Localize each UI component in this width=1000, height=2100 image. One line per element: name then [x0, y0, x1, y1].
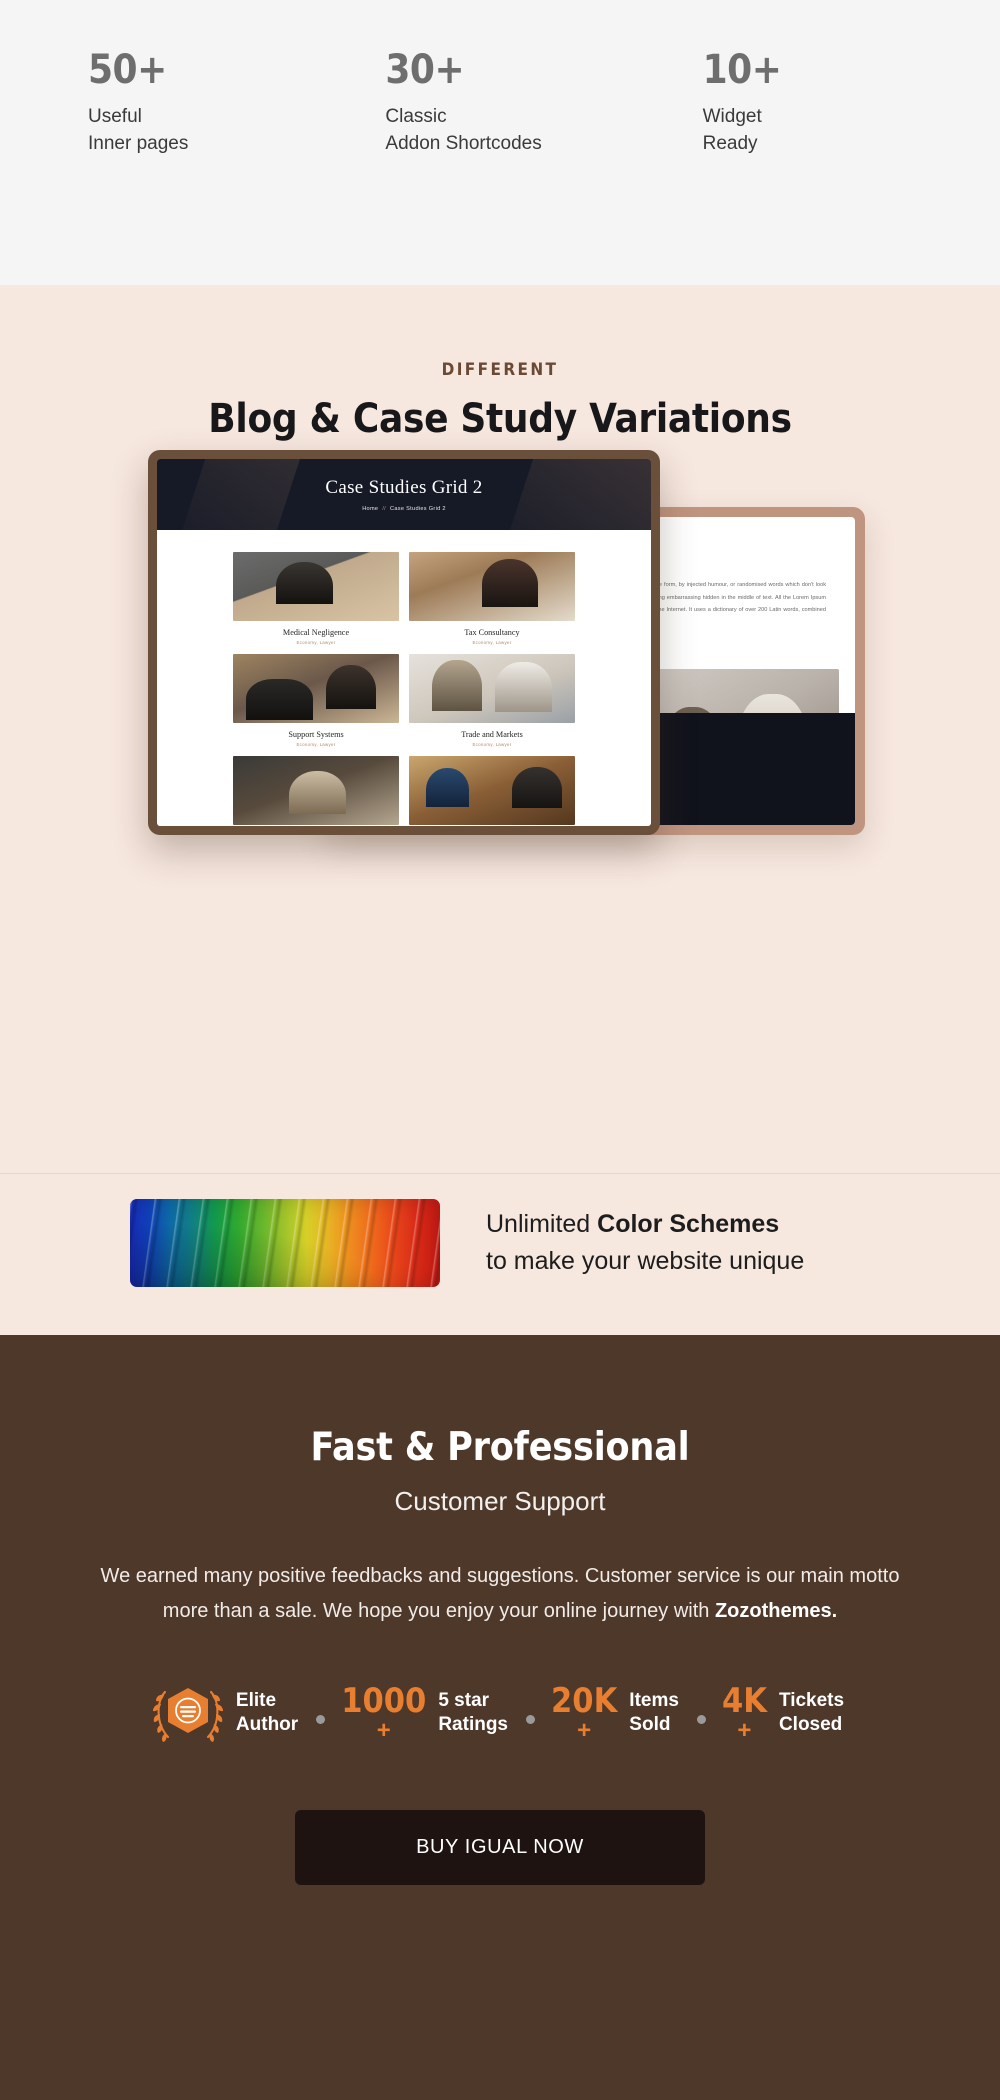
laurel-wreath-badge-icon	[152, 1680, 224, 1746]
color-schemes-row: Unlimited Color Schemes to make your web…	[0, 1174, 1000, 1287]
stat-label: Widget Ready	[703, 104, 1000, 158]
case-study-card[interactable]: Medical Negligence Economy, Lawyer	[233, 552, 399, 645]
customer-support-section: Fast & Professional Customer Support We …	[0, 1335, 1000, 2100]
case-study-subtitle: Economy, Lawyer	[296, 640, 336, 645]
elite-author-label: Elite Author	[236, 1689, 298, 1737]
stat-label-line1: Useful	[88, 106, 142, 127]
brand-name: Zozothemes.	[714, 1600, 838, 1623]
case-study-card[interactable]: Tax Consultancy Economy, Lawyer	[409, 552, 575, 645]
case-study-thumbnail	[409, 552, 575, 621]
swatch-shading	[130, 1199, 440, 1287]
case-study-caption: Tax Consultancy	[464, 628, 520, 637]
case-study-card[interactable]: Public Company Fraud Economy, Lawyer	[233, 756, 399, 826]
counter-plus-sign: +	[376, 1716, 391, 1744]
stat-separator-dot	[526, 1715, 536, 1725]
case-study-subtitle: Economy, Lawyer	[472, 742, 512, 747]
counter-items-sold: 20K +	[551, 1684, 617, 1742]
counter-tickets-closed: 4K +	[722, 1684, 767, 1742]
case-study-thumbnail	[409, 756, 575, 825]
stat-label-line1: Classic	[385, 106, 447, 127]
author-stats-row: Elite Author 1000 + 5 star Ratings 20K +…	[0, 1680, 1000, 1746]
breadcrumb: Home //Case Studies Grid 2	[157, 506, 651, 512]
buy-now-button[interactable]: BUY IGUAL NOW	[295, 1809, 705, 1885]
counter-number: 20K	[551, 1680, 618, 1721]
color-schemes-section: Unlimited Color Schemes to make your web…	[0, 1173, 1000, 1335]
case-study-caption: Medical Negligence	[282, 628, 350, 637]
elite-author-line2: Author	[235, 1713, 299, 1735]
counter-label: 5 star Ratings	[438, 1689, 508, 1737]
case-study-thumbnail	[409, 654, 575, 723]
elite-author-line1: Elite	[235, 1690, 277, 1712]
stat-separator-dot	[696, 1715, 706, 1725]
feature-stats-strip: 50+ Useful Inner pages 30+ Classic Addon…	[0, 0, 1000, 285]
stat-item-widget-ready: 10+ Widget Ready	[703, 48, 1000, 158]
front-mockup-screen: Case Studies Grid 2 Home//Case Studies G…	[157, 459, 651, 826]
stat-label-line2: Inner pages	[88, 132, 189, 154]
case-study-card[interactable]: Privacy Matter Economy, Lawyer	[409, 756, 575, 826]
rainbow-color-swatch-icon	[130, 1199, 440, 1287]
breadcrumb-home[interactable]: Home	[362, 506, 378, 512]
support-subheading: Customer Support	[394, 1486, 606, 1516]
mockup-group: ▰ STARTED CASE STUDY ▰ Our Projects How …	[0, 285, 1000, 1173]
stat-number: 50+	[88, 47, 167, 93]
stat-label-line2: Ready	[702, 132, 758, 154]
breadcrumb-current: Case Studies Grid 2	[390, 506, 446, 512]
counter-plus-sign: +	[737, 1716, 752, 1744]
stat-number: 30+	[385, 47, 465, 93]
counter-label-line2: Sold	[629, 1713, 671, 1735]
support-paragraph: We earned many positive feedbacks and su…	[100, 1559, 900, 1630]
color-schemes-bold: Color Schemes	[597, 1210, 780, 1238]
case-study-caption: Support Systems	[288, 730, 344, 739]
case-study-thumbnail	[233, 756, 399, 825]
counter-label-line2: Closed	[778, 1713, 843, 1735]
case-study-thumbnail	[233, 552, 399, 621]
counter-label: Items Sold	[629, 1689, 679, 1737]
counter-number: 4K	[721, 1680, 767, 1721]
case-study-card[interactable]: Trade and Markets Economy, Lawyer	[409, 654, 575, 747]
case-studies-page-header: Case Studies Grid 2 Home//Case Studies G…	[157, 459, 651, 530]
color-schemes-line2: to make your website unique	[486, 1247, 805, 1275]
blog-case-study-variations-section: DIFFERENT Blog & Case Study Variations ▰…	[0, 285, 1000, 1173]
stat-label: Useful Inner pages	[88, 104, 385, 158]
case-studies-page-title: Case Studies Grid 2	[325, 477, 483, 498]
color-schemes-text: Unlimited Color Schemes to make your web…	[486, 1206, 804, 1280]
stat-number: 10+	[702, 47, 782, 93]
case-study-subtitle: Economy, Lawyer	[472, 640, 512, 645]
counter-label-line1: Tickets	[778, 1690, 845, 1712]
counter-label-line1: Items	[629, 1690, 679, 1712]
counter-label-line2: Ratings	[438, 1713, 509, 1735]
stat-item-classic-addon-shortcodes: 30+ Classic Addon Shortcodes	[385, 48, 702, 158]
color-schemes-line1: Unlimited Color Schemes	[486, 1206, 804, 1243]
breadcrumb-separator-icon: //	[382, 506, 387, 512]
support-heading: Fast & Professional	[310, 1425, 690, 1470]
stats-row: 50+ Useful Inner pages 30+ Classic Addon…	[0, 0, 1000, 158]
stat-label-line1: Widget	[702, 106, 762, 127]
counter-label: Tickets Closed	[779, 1689, 844, 1737]
counter-plus-sign: +	[577, 1716, 592, 1744]
color-schemes-prefix: Unlimited	[486, 1210, 598, 1238]
case-studies-grid: Medical Negligence Economy, Lawyer Tax C…	[157, 530, 651, 826]
landing-page: 50+ Useful Inner pages 30+ Classic Addon…	[0, 0, 1000, 2100]
stat-separator-dot	[316, 1715, 326, 1725]
counter-5-star-ratings: 1000 +	[341, 1684, 426, 1742]
case-study-subtitle: Economy, Lawyer	[296, 742, 336, 747]
case-study-caption: Trade and Markets	[461, 730, 523, 739]
buy-button-wrapper: BUY IGUAL NOW	[0, 1809, 1000, 1885]
counter-number: 1000	[341, 1680, 427, 1721]
case-study-thumbnail	[233, 654, 399, 723]
front-mockup-frame: Case Studies Grid 2 Home//Case Studies G…	[148, 450, 660, 835]
counter-label-line1: 5 star	[438, 1690, 490, 1712]
stat-item-useful-inner-pages: 50+ Useful Inner pages	[88, 48, 385, 158]
stat-label: Classic Addon Shortcodes	[385, 104, 702, 158]
stat-label-line2: Addon Shortcodes	[385, 132, 542, 154]
case-study-card[interactable]: Support Systems Economy, Lawyer	[233, 654, 399, 747]
